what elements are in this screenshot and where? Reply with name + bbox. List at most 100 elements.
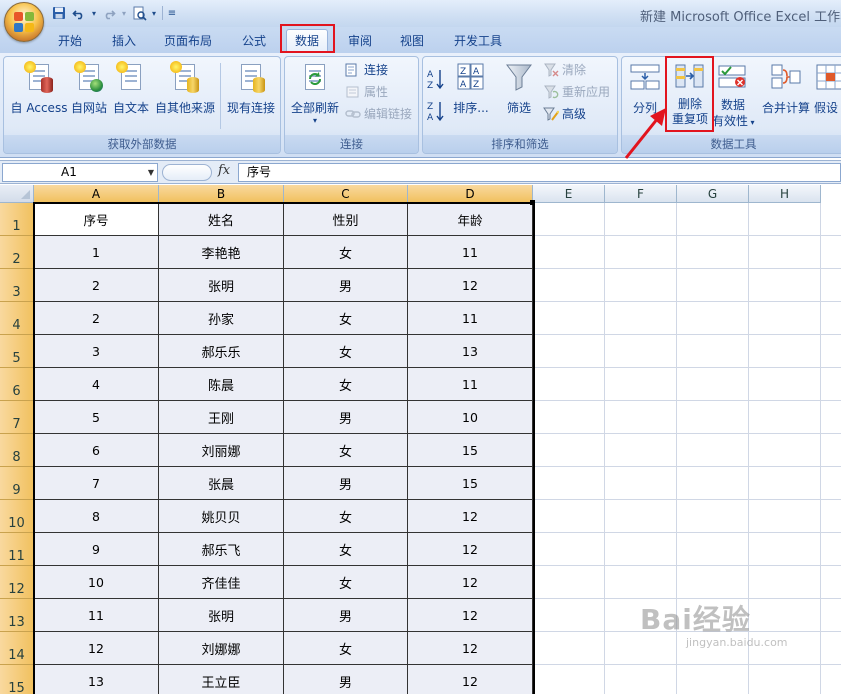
- name-box-dropdown-icon[interactable]: ▼: [145, 163, 157, 182]
- table-cell[interactable]: 11: [408, 368, 533, 401]
- table-cell[interactable]: 女: [284, 302, 408, 335]
- from-text-button[interactable]: 自文本: [110, 61, 152, 116]
- table-cell[interactable]: 5: [34, 401, 159, 434]
- table-cell[interactable]: 女: [284, 500, 408, 533]
- row-header[interactable]: 10: [0, 500, 34, 533]
- insert-function-icon[interactable]: fx: [218, 163, 230, 178]
- tab-developer[interactable]: 开发工具: [446, 30, 510, 52]
- print-preview-icon[interactable]: [130, 4, 148, 22]
- table-cell[interactable]: 13: [34, 665, 159, 694]
- column-header-d[interactable]: D: [408, 185, 533, 203]
- table-cell[interactable]: 张明: [159, 599, 284, 632]
- from-other-sources-button[interactable]: 自其他来源: [152, 61, 218, 116]
- advanced-filter-button[interactable]: 高级: [543, 104, 586, 124]
- tab-insert[interactable]: 插入: [104, 30, 144, 52]
- row-header[interactable]: 8: [0, 434, 34, 467]
- redo-icon[interactable]: [100, 4, 118, 22]
- tab-data[interactable]: 数据: [286, 29, 329, 53]
- column-header-b[interactable]: B: [159, 185, 284, 203]
- column-header-a[interactable]: A: [34, 185, 159, 203]
- table-cell[interactable]: 张明: [159, 269, 284, 302]
- table-cell[interactable]: 15: [408, 434, 533, 467]
- row-header[interactable]: 11: [0, 533, 34, 566]
- table-cell[interactable]: 郝乐飞: [159, 533, 284, 566]
- column-header-e[interactable]: E: [533, 185, 605, 203]
- table-cell[interactable]: 孙家: [159, 302, 284, 335]
- table-cell[interactable]: 7: [34, 467, 159, 500]
- sort-ascending-button[interactable]: AZ: [427, 69, 445, 91]
- table-cell[interactable]: 刘娜娜: [159, 632, 284, 665]
- tab-home[interactable]: 开始: [50, 30, 90, 52]
- column-header-f[interactable]: F: [605, 185, 677, 203]
- existing-connections-button[interactable]: 现有连接: [224, 61, 278, 116]
- remove-duplicates-button[interactable]: 删除 重复项: [670, 61, 710, 127]
- table-cell[interactable]: 2: [34, 302, 159, 335]
- redo-dropdown-icon[interactable]: ▾: [120, 4, 128, 22]
- fill-handle[interactable]: [530, 200, 535, 205]
- row-header[interactable]: 12: [0, 566, 34, 599]
- row-header[interactable]: 3: [0, 269, 34, 302]
- tab-formulas[interactable]: 公式: [234, 30, 274, 52]
- sort-descending-button[interactable]: ZA: [427, 101, 445, 123]
- table-cell[interactable]: 女: [284, 335, 408, 368]
- office-button[interactable]: [4, 2, 44, 42]
- customize-qat-icon[interactable]: ≡: [167, 4, 177, 22]
- from-web-button[interactable]: 自网站: [68, 61, 110, 116]
- table-cell[interactable]: 12: [408, 599, 533, 632]
- table-cell[interactable]: 11: [408, 236, 533, 269]
- select-all-button[interactable]: [0, 185, 34, 203]
- column-header-h[interactable]: H: [749, 185, 821, 203]
- column-header-g[interactable]: G: [677, 185, 749, 203]
- table-cell[interactable]: 女: [284, 632, 408, 665]
- table-cell[interactable]: 王刚: [159, 401, 284, 434]
- connections-button[interactable]: 连接: [345, 60, 388, 80]
- table-cell[interactable]: 刘丽娜: [159, 434, 284, 467]
- table-cell[interactable]: 女: [284, 566, 408, 599]
- table-cell[interactable]: 男: [284, 467, 408, 500]
- table-cell[interactable]: 男: [284, 665, 408, 694]
- table-cell[interactable]: 2: [34, 269, 159, 302]
- table-cell[interactable]: 8: [34, 500, 159, 533]
- table-cell[interactable]: 齐佳佳: [159, 566, 284, 599]
- save-icon[interactable]: [50, 4, 68, 22]
- table-cell[interactable]: 12: [408, 632, 533, 665]
- undo-icon[interactable]: [70, 4, 88, 22]
- table-cell[interactable]: 15: [408, 467, 533, 500]
- table-cell[interactable]: 3: [34, 335, 159, 368]
- table-cell[interactable]: 12: [408, 566, 533, 599]
- clear-filter-button[interactable]: 清除: [543, 60, 586, 80]
- table-cell[interactable]: 12: [408, 500, 533, 533]
- table-cell[interactable]: 男: [284, 599, 408, 632]
- tab-view[interactable]: 视图: [392, 30, 432, 52]
- table-cell[interactable]: 6: [34, 434, 159, 467]
- name-box[interactable]: A1: [2, 163, 158, 182]
- text-to-columns-button[interactable]: 分列: [625, 61, 665, 116]
- table-cell[interactable]: 女: [284, 236, 408, 269]
- filter-button[interactable]: 筛选: [499, 61, 539, 116]
- table-cell[interactable]: 11: [34, 599, 159, 632]
- table-cell[interactable]: 4: [34, 368, 159, 401]
- table-cell[interactable]: 11: [408, 302, 533, 335]
- table-cell[interactable]: 12: [34, 632, 159, 665]
- row-header[interactable]: 6: [0, 368, 34, 401]
- table-cell[interactable]: 王立臣: [159, 665, 284, 694]
- table-cell[interactable]: 李艳艳: [159, 236, 284, 269]
- table-cell[interactable]: 男: [284, 269, 408, 302]
- table-cell[interactable]: 女: [284, 533, 408, 566]
- table-cell[interactable]: 12: [408, 269, 533, 302]
- header-cell[interactable]: 性别: [284, 203, 408, 236]
- formula-oval-handle[interactable]: [162, 164, 212, 181]
- header-cell[interactable]: 年龄: [408, 203, 533, 236]
- consolidate-button[interactable]: 合并计算: [760, 61, 812, 116]
- table-cell[interactable]: 姚贝贝: [159, 500, 284, 533]
- row-header[interactable]: 7: [0, 401, 34, 434]
- row-header[interactable]: 5: [0, 335, 34, 368]
- table-cell[interactable]: 13: [408, 335, 533, 368]
- row-header[interactable]: 4: [0, 302, 34, 335]
- tab-review[interactable]: 审阅: [340, 30, 380, 52]
- column-header-c[interactable]: C: [284, 185, 408, 203]
- formula-input[interactable]: 序号: [238, 163, 841, 182]
- row-header[interactable]: 15: [0, 665, 34, 694]
- refresh-all-button[interactable]: 全部刷新 ▾: [287, 61, 343, 126]
- reapply-button[interactable]: 重新应用: [543, 82, 610, 102]
